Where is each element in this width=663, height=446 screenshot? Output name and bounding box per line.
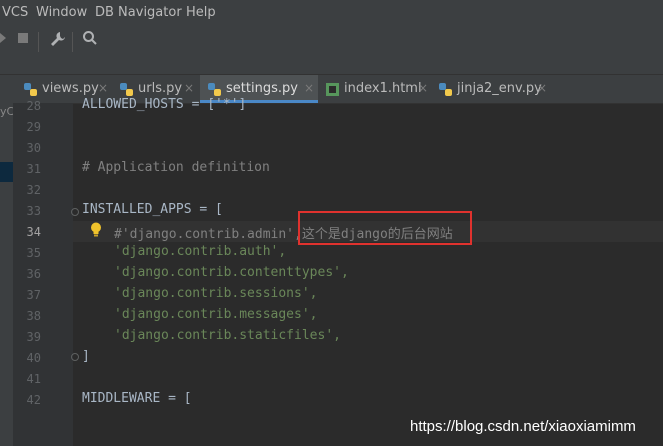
python-file-icon — [439, 83, 452, 96]
code-line[interactable]: MIDDLEWARE = [ — [82, 391, 192, 406]
line-number: 37 — [26, 288, 41, 302]
menu-bar: VCS Window DB Navigator Help — [0, 0, 663, 26]
code-line[interactable]: ALLOWED_HOSTS = ['*'] — [82, 97, 246, 112]
code-line[interactable]: INSTALLED_APPS = [ — [82, 202, 223, 217]
line-number: 31 — [26, 162, 41, 176]
close-icon[interactable]: × — [418, 81, 428, 95]
code-line[interactable]: # Application definition — [82, 160, 270, 175]
line-number: 29 — [26, 120, 41, 134]
close-icon[interactable]: × — [184, 81, 194, 95]
line-number: 40 — [26, 351, 41, 365]
menu-help[interactable]: Help — [186, 5, 216, 20]
menu-vcs[interactable]: VCS — [2, 5, 28, 20]
fold-marker-icon[interactable] — [71, 353, 79, 361]
code-line[interactable]: 'django.contrib.auth', — [114, 244, 286, 259]
code-line[interactable]: 'django.contrib.contenttypes', — [114, 265, 349, 280]
line-number: 41 — [26, 372, 41, 386]
lightbulb-icon[interactable] — [90, 222, 102, 237]
line-number: 34 — [26, 225, 41, 239]
fold-marker-icon[interactable] — [71, 208, 79, 216]
line-number: 30 — [26, 141, 41, 155]
menu-window[interactable]: Window — [36, 5, 87, 20]
code-line[interactable]: 'django.contrib.staticfiles', — [114, 328, 341, 343]
stop-icon[interactable] — [18, 33, 28, 43]
toolbar-arrow-icon[interactable] — [0, 33, 6, 43]
watermark: https://blog.csdn.net/xiaoxiamimm — [410, 418, 636, 435]
project-panel-strip[interactable]: yC — [0, 75, 14, 446]
line-number: 39 — [26, 330, 41, 344]
line-number: 32 — [26, 183, 41, 197]
line-number: 36 — [26, 267, 41, 281]
wrench-icon[interactable] — [49, 30, 65, 46]
close-icon[interactable]: × — [98, 81, 108, 95]
code-line[interactable]: 'django.contrib.messages', — [114, 307, 318, 322]
line-number: 33 — [26, 204, 41, 218]
menu-db-navigator[interactable]: DB Navigator — [95, 5, 182, 20]
python-file-icon — [208, 83, 221, 96]
close-icon[interactable]: × — [304, 81, 314, 95]
close-icon[interactable]: × — [537, 81, 547, 95]
line-number: 35 — [26, 246, 41, 260]
annotation-box — [298, 211, 472, 245]
toolbar — [0, 26, 663, 75]
tab-index1-html[interactable]: index1.html × — [318, 75, 431, 103]
line-number: 38 — [26, 309, 41, 323]
code-line[interactable]: 'django.contrib.sessions', — [114, 286, 318, 301]
line-number: 28 — [26, 99, 41, 113]
python-file-icon — [24, 83, 37, 96]
toolbar-separator — [72, 32, 73, 52]
code-line[interactable]: ] — [82, 349, 90, 364]
project-selected-item — [0, 162, 13, 182]
toolbar-separator — [38, 32, 39, 52]
search-icon[interactable] — [82, 30, 98, 46]
tab-jinja2-env-py[interactable]: jinja2_env.py × — [431, 75, 551, 103]
line-number: 42 — [26, 393, 41, 407]
html-file-icon — [326, 83, 339, 96]
python-file-icon — [120, 83, 133, 96]
